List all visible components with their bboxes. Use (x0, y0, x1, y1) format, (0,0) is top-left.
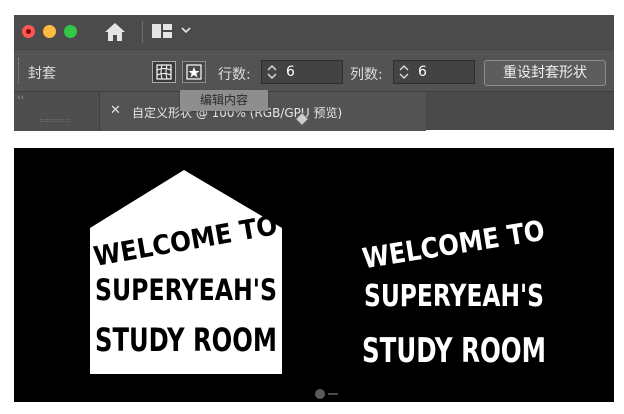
right-line-3: STUDY ROOM (362, 331, 546, 371)
close-icon[interactable]: ✕ (110, 103, 121, 118)
right-line-1: WELCOME TO (360, 214, 547, 275)
toolbar-separator (142, 21, 143, 43)
watermark-logo (315, 389, 338, 399)
panel-collapse[interactable]: ‹‹ (14, 92, 100, 131)
zoom-window-button[interactable] (64, 25, 77, 38)
left-line-3: STUDY ROOM (95, 321, 277, 359)
rows-label: 行数: (218, 67, 251, 83)
artwork-svg: WELCOME TO SUPERYEAH'S STUDY ROOM WELCOM… (90, 170, 547, 374)
mesh-warp-icon (156, 64, 172, 80)
right-line-2: SUPERYEAH'S (364, 279, 544, 314)
left-line-2: SUPERYEAH'S (95, 273, 277, 307)
envelope-warp-button[interactable] (182, 61, 206, 83)
warped-text-artwork[interactable]: WELCOME TO SUPERYEAH'S STUDY ROOM (360, 214, 547, 371)
mesh-warp-button[interactable] (152, 61, 176, 83)
chevron-down-icon[interactable] (180, 24, 192, 36)
columns-value[interactable]: 6 (418, 64, 427, 80)
reset-envelope-button[interactable]: 重设封套形状 (484, 60, 606, 86)
spinner-icon[interactable] (398, 63, 410, 81)
artwork-canvas: WELCOME TO SUPERYEAH'S STUDY ROOM WELCOM… (14, 148, 614, 402)
rows-value[interactable]: 6 (286, 64, 295, 80)
layout-icon[interactable] (152, 24, 172, 38)
control-bar: 封套 行数: 6 列数: 6 重设封套形状 (14, 49, 614, 91)
envelope-warp-icon (186, 64, 202, 80)
home-icon[interactable] (104, 22, 126, 42)
spinner-icon[interactable] (266, 63, 278, 81)
collapse-arrows-icon[interactable]: ‹‹ (17, 93, 24, 103)
document-tab-bar: ‹‹ ✕ 自定义形状 @ 100% (RGB/GPU 预览) (14, 91, 614, 131)
control-bar-grip[interactable] (18, 58, 20, 84)
document-tab-title[interactable]: 自定义形状 @ 100% (RGB/GPU 预览) (132, 104, 422, 121)
edit-contents-tooltip: 编辑内容 (180, 90, 268, 111)
panel-grip[interactable] (40, 119, 70, 122)
columns-label: 列数: (350, 67, 383, 83)
title-bar (14, 15, 614, 49)
rows-input[interactable]: 6 (261, 60, 343, 84)
close-window-button[interactable] (22, 25, 35, 38)
envelope-mode-label: 封套 (28, 66, 56, 82)
cursor-icon (295, 112, 309, 126)
house-envelope-artwork[interactable]: WELCOME TO SUPERYEAH'S STUDY ROOM (90, 170, 282, 374)
app-window: 封套 行数: 6 列数: 6 重设封套形状 ‹‹ ✕ 自定义形状 @ 100% … (14, 15, 614, 131)
minimize-window-button[interactable] (43, 25, 56, 38)
columns-input[interactable]: 6 (393, 60, 475, 84)
